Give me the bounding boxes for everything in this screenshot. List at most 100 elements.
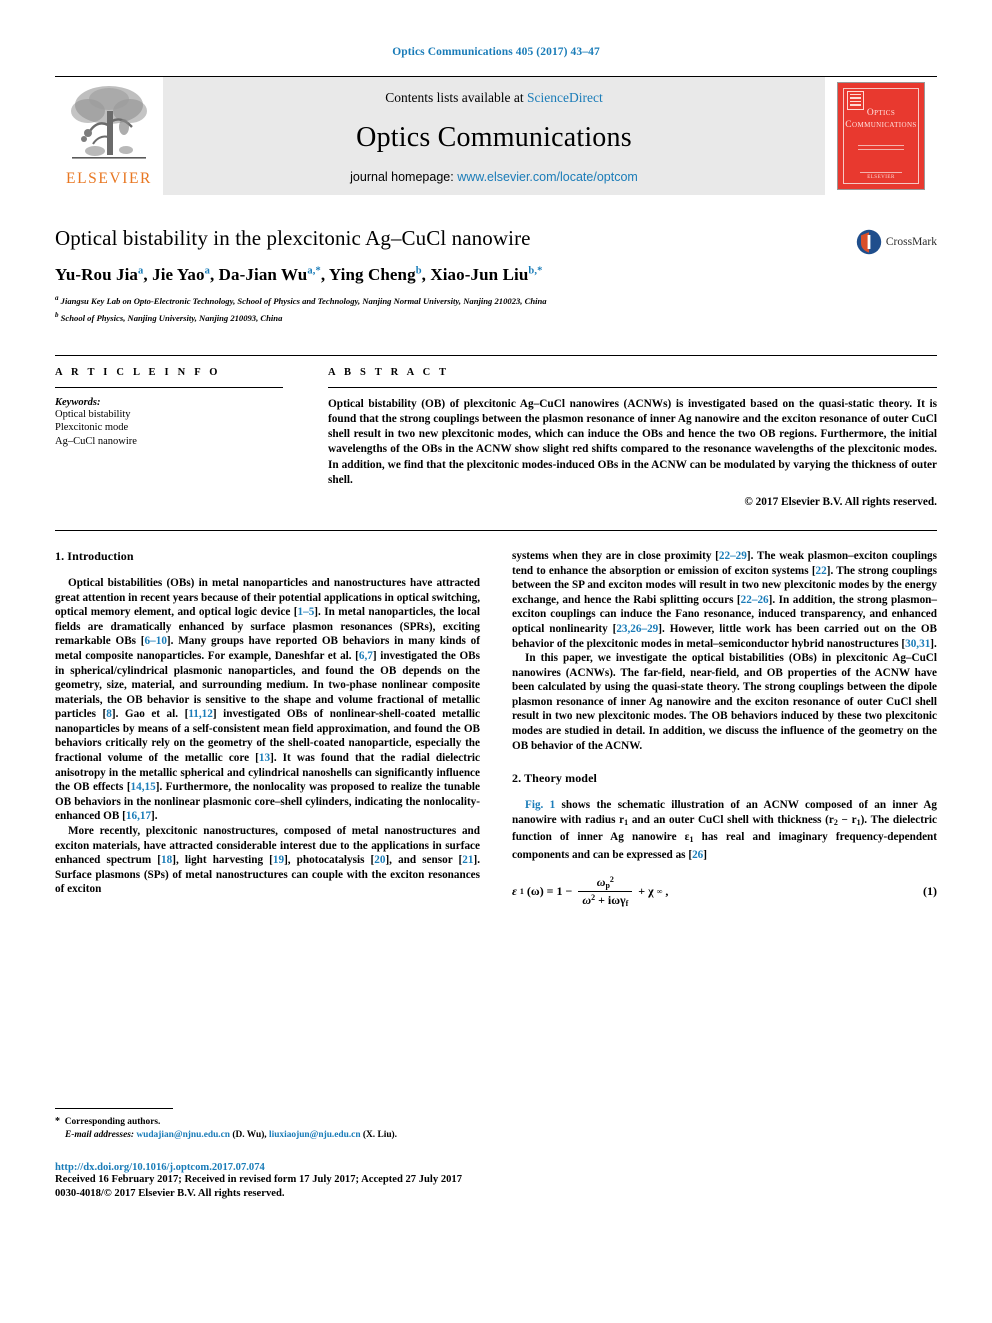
page-title: Optical bistability in the plexcitonic A… — [55, 226, 531, 250]
affiliation-text: Jiangsu Key Lab on Opto-Electronic Techn… — [60, 295, 547, 306]
right-paragraph-3: Fig. 1 shows the schematic illustration … — [512, 798, 937, 862]
affiliation-text: School of Physics, Nanjing University, N… — [60, 313, 283, 324]
corresponding-author-note: * Corresponding authors. — [55, 1115, 480, 1129]
equation-denominator: ω2 + iωγf — [578, 890, 633, 908]
journal-cover-thumbnail: Optics Communications ELSEVIER — [825, 77, 937, 195]
email-link-1[interactable]: wudajian@njnu.edu.cn — [136, 1130, 230, 1140]
footnote-rule — [55, 1108, 173, 1109]
section-heading-introduction: 1. Introduction — [55, 548, 134, 563]
author-item: Xiao-Jun Liub,* — [430, 265, 542, 284]
article-info-column: A R T I C L E I N F O Keywords: Optical … — [55, 356, 283, 508]
sciencedirect-link[interactable]: ScienceDirect — [527, 90, 603, 105]
text-span: and an outer CuCl shell with thickness (… — [628, 813, 834, 826]
citation-link[interactable]: 1–5 — [298, 606, 315, 618]
keywords-label: Keywords: — [55, 396, 101, 408]
author-sep: , — [209, 265, 219, 284]
figure-reference-link[interactable]: Fig. 1 — [525, 799, 555, 811]
publisher-logo: ELSEVIER — [55, 77, 163, 195]
citation-link[interactable]: 22–29 — [719, 550, 747, 562]
body-columns: 1. Introduction Optical bistabilities (O… — [55, 549, 937, 908]
text-span: ] — [703, 849, 707, 862]
cover-rule-bottom — [858, 149, 904, 150]
article-info-heading: A R T I C L E I N F O — [55, 366, 221, 378]
homepage-line: journal homepage: www.elsevier.com/locat… — [350, 170, 638, 184]
citation-link[interactable]: 14,15 — [131, 781, 156, 793]
text-span: systems when they are in close proximity… — [512, 549, 719, 562]
keyword-item: Plexcitonic mode — [55, 422, 129, 434]
equation-tail: + χ — [638, 883, 654, 898]
abstract-column: A B S T R A C T Optical bistability (OB)… — [328, 356, 937, 508]
running-head: Optics Communications 405 (2017) 43–47 — [392, 46, 600, 58]
article-info-divider — [55, 386, 283, 388]
citation-link[interactable]: 22 — [816, 565, 827, 577]
citation-link[interactable]: 26 — [692, 849, 703, 861]
citation-link[interactable]: 30,31 — [905, 638, 930, 650]
keyword-item: Optical bistability — [55, 408, 131, 420]
email-label: E-mail addresses: — [65, 1130, 135, 1140]
equation-fraction: ωp2 ω2 + iωγf — [578, 875, 633, 908]
journal-title: Optics Communications — [356, 122, 632, 153]
author-affil-mark: a,* — [307, 265, 321, 277]
equation-lhs-arg: (ω) = 1 − — [526, 883, 573, 898]
equation-expression: ε 1 (ω) = 1 − ωp2 ω2 + iωγf + χ ∞, — [512, 875, 668, 908]
citation-link[interactable]: 6–10 — [145, 635, 167, 647]
citation-link[interactable]: 11,12 — [188, 708, 213, 720]
affiliation-mark: a — [55, 294, 59, 302]
left-column: 1. Introduction Optical bistabilities (O… — [55, 549, 480, 908]
right-paragraph-1: systems when they are in close proximity… — [512, 549, 937, 651]
citation-link[interactable]: 13 — [259, 752, 270, 764]
author-item: Da-Jian Wua,*, — [219, 265, 329, 284]
issn-copyright: 0030-4018/© 2017 Elsevier B.V. All right… — [55, 1188, 285, 1199]
author-item: Yu-Rou Jiaa, — [55, 265, 152, 284]
body-divider — [55, 529, 937, 531]
journal-homepage-link[interactable]: www.elsevier.com/locate/optcom — [457, 170, 638, 184]
equation-lhs: ε — [512, 883, 517, 898]
email-link-2[interactable]: liuxiaojun@nju.edu.cn — [269, 1130, 361, 1140]
email-owner-2: (X. Liu). — [362, 1130, 398, 1140]
citation-link[interactable]: 19 — [273, 854, 284, 866]
citation-link[interactable]: 20 — [374, 854, 385, 866]
author-name: Ying Cheng — [328, 265, 416, 284]
equation-comma: , — [665, 883, 669, 898]
citation-link[interactable]: 18 — [161, 854, 172, 866]
crossmark-label: CrossMark — [885, 236, 937, 248]
author-list: Yu-Rou Jiaa, Jie Yaoa, Da-Jian Wua,*, Yi… — [55, 265, 937, 285]
intro-paragraph-1: Optical bistabilities (OBs) in metal nan… — [55, 576, 480, 824]
title-block: CrossMark Optical bistability in the ple… — [55, 225, 937, 325]
contents-line: Contents lists available at ScienceDirec… — [385, 90, 602, 106]
citation-link[interactable]: 16,17 — [126, 810, 151, 822]
citation-link[interactable]: 22–26 — [741, 594, 769, 606]
right-column: systems when they are in close proximity… — [512, 549, 937, 908]
citation-link[interactable]: 21 — [462, 854, 473, 866]
denominator-tail: + iωγ — [595, 892, 626, 907]
page-footer: http://dx.doi.org/10.1016/j.optcom.2017.… — [55, 1162, 555, 1201]
cover-art: Optics Communications ELSEVIER — [837, 82, 925, 190]
author-sep: , — [143, 265, 153, 284]
denominator-sub: f — [625, 898, 629, 908]
abstract-copyright: © 2017 Elsevier B.V. All rights reserved… — [744, 495, 937, 508]
paper-page: Optics Communications 405 (2017) 43–47 E… — [0, 0, 992, 1323]
author-name: Jie Yao — [152, 265, 205, 284]
author-name: Xiao-Jun Liu — [430, 265, 529, 284]
cover-publisher-name: ELSEVIER — [860, 172, 902, 180]
equation-1: ε 1 (ω) = 1 − ωp2 ω2 + iωγf + χ ∞, (1) — [512, 875, 937, 908]
doi-link[interactable]: http://dx.doi.org/10.1016/j.optcom.2017.… — [55, 1162, 555, 1173]
citation-link[interactable]: 23,26–29 — [616, 623, 658, 635]
citation-link[interactable]: 6,7 — [359, 650, 373, 662]
author-item: Ying Chengb, — [329, 265, 430, 284]
footnote-star: * — [55, 1116, 60, 1127]
text-span: − r — [837, 813, 857, 826]
cover-title-line2: Communications — [845, 120, 917, 130]
equation-numerator: ωp2 — [593, 875, 618, 891]
email-owner-1: (D. Wu), — [232, 1130, 267, 1140]
crossmark-badge[interactable]: CrossMark — [856, 229, 937, 255]
elsevier-tree-icon — [71, 86, 147, 159]
denominator-symbol: ω — [582, 892, 592, 907]
text-span: ]. — [151, 810, 158, 823]
keyword-item: Ag–CuCl nanowire — [55, 435, 137, 447]
equation-number: (1) — [923, 883, 937, 898]
corresponding-text: Corresponding authors. — [64, 1117, 161, 1127]
abstract-divider — [328, 386, 937, 388]
text-span: ]. — [930, 637, 937, 650]
abstract-heading: A B S T R A C T — [328, 366, 450, 378]
